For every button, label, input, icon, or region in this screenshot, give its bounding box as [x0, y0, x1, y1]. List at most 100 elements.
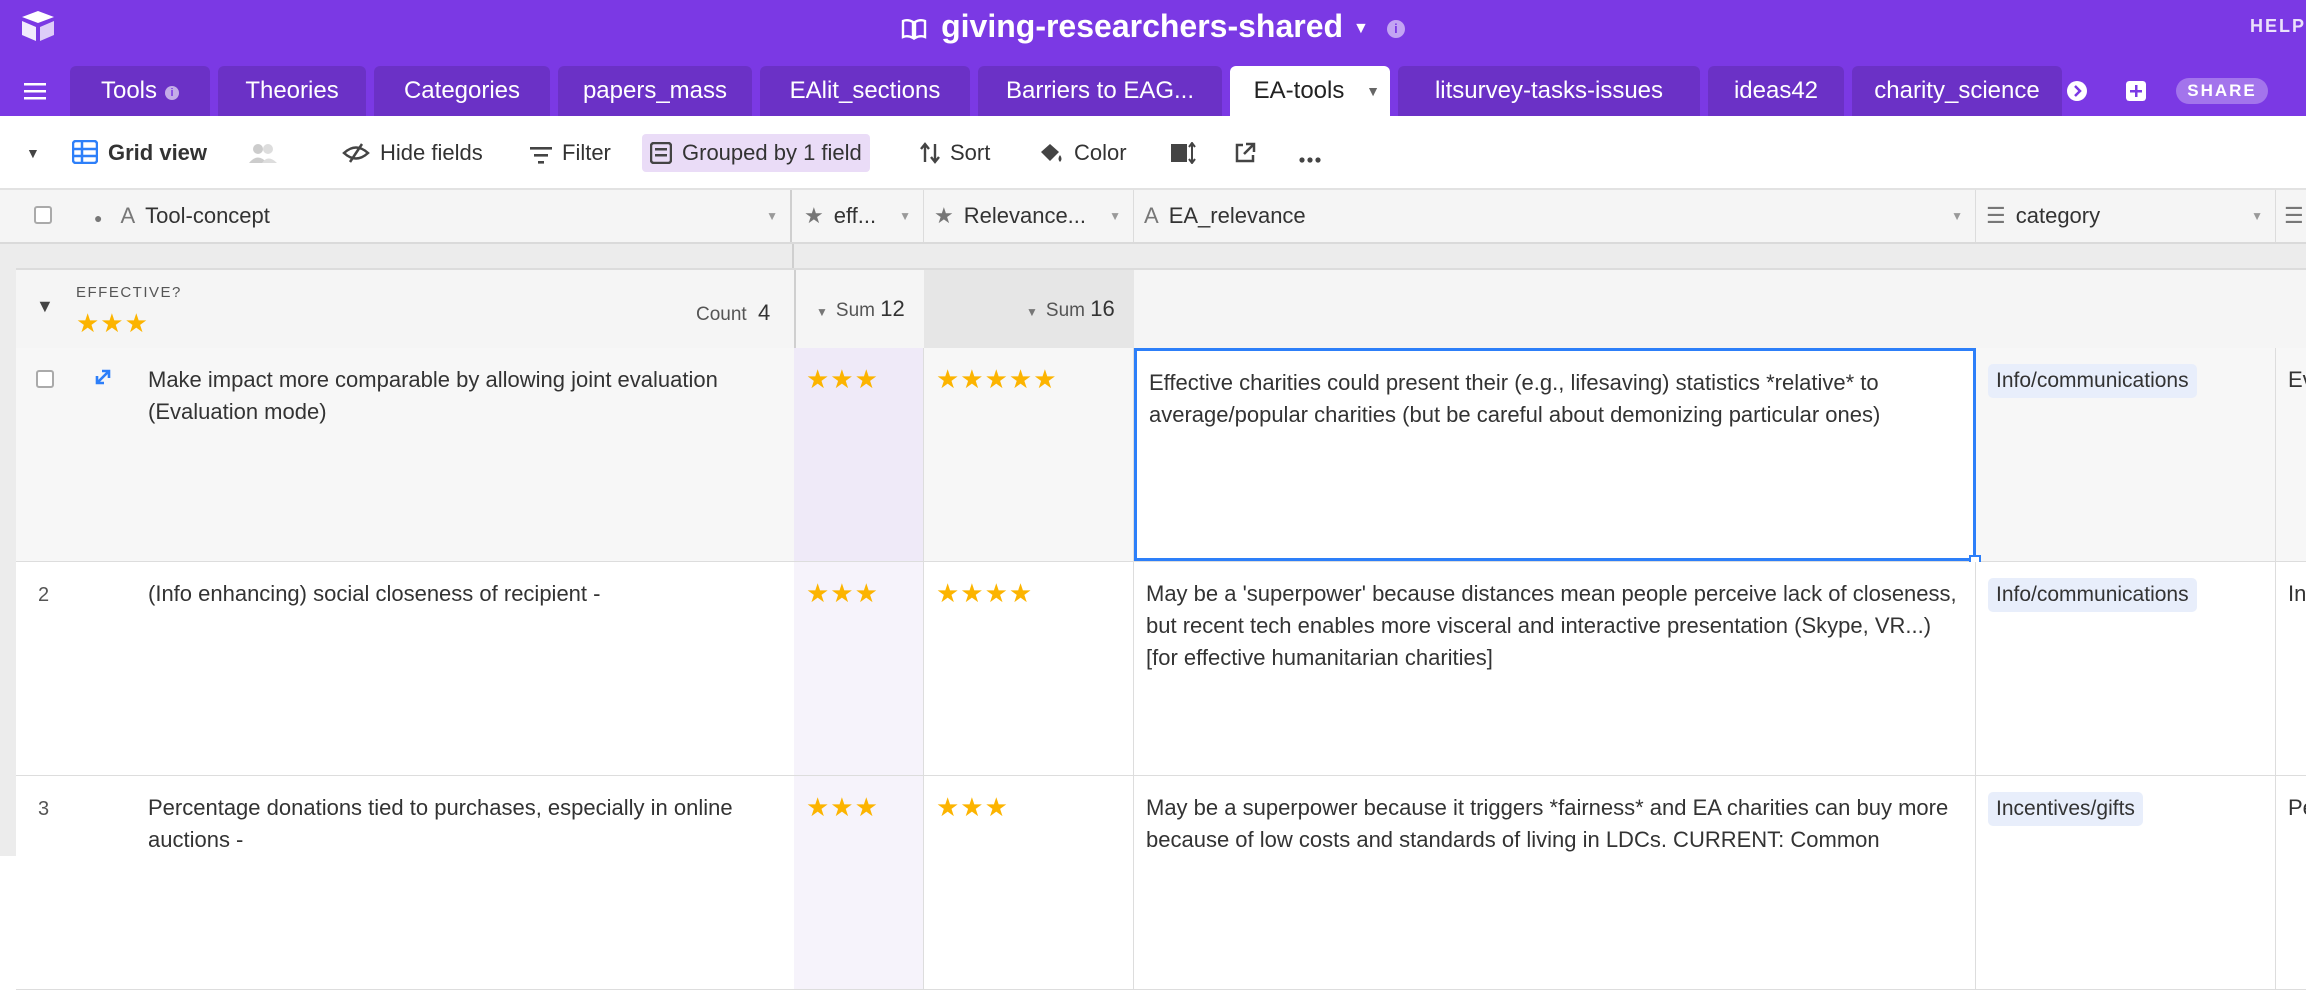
cell-next[interactable]: In — [2276, 562, 2306, 775]
tab-label: Barriers to EAG... — [1005, 77, 1195, 104]
table-row[interactable]: 3 Percentage donations tied to purchases… — [16, 776, 2306, 990]
cell-tool-concept[interactable]: Percentage donations tied to purchases, … — [136, 776, 810, 989]
chevron-down-icon[interactable]: ▼ — [1366, 66, 1380, 116]
row-height-button[interactable] — [1162, 134, 1214, 172]
table-tabs: Tools i Theories Categories papers_mass E… — [0, 66, 2306, 116]
sort-button[interactable]: Sort — [912, 134, 998, 172]
cell-tool-concept[interactable]: Make impact more comparable by allowing … — [136, 348, 810, 561]
column-header-category[interactable]: ☰ category ▼ — [1976, 190, 2276, 242]
column-header-next[interactable]: ☰ — [2276, 190, 2306, 242]
paint-bucket-icon — [1041, 144, 1062, 162]
sort-label: Sort — [950, 140, 991, 165]
group-count: Count 4 — [696, 300, 770, 326]
chevron-down-icon[interactable]: ▼ — [816, 305, 828, 319]
group-field-label: EFFECTIVE? — [76, 284, 182, 301]
color-label: Color — [1074, 140, 1127, 165]
filter-icon — [530, 147, 552, 164]
row-number: 2 — [38, 584, 50, 606]
rating-stars: ★★★ — [806, 578, 879, 608]
rating-stars: ★★★★★ — [936, 364, 1058, 394]
tab-tools[interactable]: Tools i — [70, 66, 210, 116]
tab-ealit-sections[interactable]: EAlit_sections — [760, 66, 970, 116]
tab-papers-mass[interactable]: papers_mass — [558, 66, 752, 116]
expand-record-icon[interactable] — [94, 368, 112, 386]
table-row[interactable]: Make impact more comparable by allowing … — [16, 348, 2306, 567]
chevron-down-icon[interactable]: ▼ — [1026, 305, 1038, 319]
cell-ea-relevance[interactable]: May be a superpower because it triggers … — [1134, 776, 1976, 989]
more-options-button[interactable] — [1290, 134, 1340, 172]
top-bar: giving-researchers-shared ▼ i HELP Tools i … — [0, 0, 2306, 116]
grid-icon — [71, 139, 99, 165]
cell-ea-relevance-selected[interactable]: Effective charities could present their … — [1134, 348, 1976, 561]
info-icon[interactable]: i — [1386, 19, 1405, 38]
tab-ea-tools[interactable]: EA-tools ▼ — [1230, 66, 1390, 116]
base-name: giving-researchers-shared — [941, 8, 1344, 44]
chevron-down-icon[interactable]: ▼ — [899, 190, 911, 242]
tab-categories[interactable]: Categories — [374, 66, 550, 116]
cell-next[interactable]: Ev — [2276, 348, 2306, 561]
cell-relevance[interactable]: ★★★ — [924, 776, 1134, 989]
share-view-button[interactable] — [1226, 134, 1274, 172]
info-icon: i — [165, 86, 180, 100]
cell-effective[interactable]: ★★★ — [794, 776, 924, 989]
category-tag: Info/communications — [1988, 364, 2197, 398]
sum-label: Sum — [1045, 300, 1085, 321]
group-header[interactable]: ▼ EFFECTIVE? ★★★ Count 4 ▼ Sum 12 ▼ Sum 16 — [16, 268, 2306, 350]
chevron-down-icon[interactable]: ▼ — [1353, 20, 1369, 37]
scroll-right-icon[interactable] — [2066, 80, 2088, 102]
external-link-icon — [1235, 142, 1256, 163]
column-headers: ● A Tool-concept ▼ ★ eff... ▼ ★ Relevance... ▼ … — [0, 190, 2306, 244]
cell-relevance[interactable]: ★★★★★ — [924, 348, 1134, 561]
count-label: Count — [696, 304, 747, 325]
chevron-down-icon[interactable]: ▼ — [2251, 190, 2263, 242]
cell-next[interactable]: Pe — [2276, 776, 2306, 989]
view-switcher[interactable]: Grid view — [64, 134, 215, 172]
row-checkbox[interactable] — [36, 370, 54, 388]
tab-litsurvey[interactable]: litsurvey-tasks-issues — [1398, 66, 1700, 116]
group-stars: ★★★ — [76, 308, 149, 338]
cell-tool-concept[interactable]: (Info enhancing) social closeness of rec… — [136, 562, 810, 775]
share-button[interactable]: SHARE — [2176, 78, 2268, 104]
text-field-icon: A — [1144, 203, 1159, 228]
color-button[interactable]: Color — [1030, 134, 1135, 172]
views-toggle-icon[interactable]: ▼ — [18, 134, 48, 172]
base-title[interactable]: giving-researchers-shared ▼ i — [0, 6, 2306, 46]
help-link[interactable]: HELP — [2250, 16, 2306, 37]
select-all-checkbox[interactable] — [34, 206, 52, 224]
collapse-group-icon[interactable]: ▼ — [36, 296, 54, 317]
menu-icon[interactable] — [24, 82, 46, 100]
lookup-icon: ☰ — [1986, 203, 2006, 228]
tab-charity-science[interactable]: charity_science — [1852, 66, 2062, 116]
filter-button[interactable]: Filter — [522, 134, 619, 172]
tab-label: EAlit_sections — [789, 77, 941, 104]
chevron-down-icon[interactable]: ▼ — [766, 190, 778, 242]
grid-body: ▼ EFFECTIVE? ★★★ Count 4 ▼ Sum 12 ▼ Sum 16… — [0, 244, 2306, 990]
cell-category[interactable]: Info/communications — [1976, 348, 2276, 561]
tab-label: charity_science — [1874, 77, 2040, 104]
star-icon: ★ — [934, 203, 954, 228]
cell-effective[interactable]: ★★★ — [794, 348, 924, 561]
chevron-down-icon[interactable]: ▼ — [1951, 190, 1963, 242]
add-table-icon[interactable] — [2126, 81, 2146, 101]
chevron-down-icon[interactable]: ▼ — [1109, 190, 1121, 242]
cell-relevance[interactable]: ★★★★ — [924, 562, 1134, 775]
column-header-tool-concept[interactable]: ● A Tool-concept ▼ — [82, 190, 792, 242]
rating-stars: ★★★ — [806, 792, 879, 822]
tab-barriers[interactable]: Barriers to EAG... — [978, 66, 1222, 116]
group-button[interactable]: Grouped by 1 field — [642, 134, 870, 172]
collaborators-icon[interactable] — [240, 134, 296, 172]
column-header-effective[interactable]: ★ eff... ▼ — [794, 190, 924, 242]
tab-theories[interactable]: Theories — [218, 66, 366, 116]
cell-category[interactable]: Info/communications — [1976, 562, 2276, 775]
column-header-ea-relevance[interactable]: A EA_relevance ▼ — [1134, 190, 1976, 242]
divider — [794, 270, 796, 350]
cell-ea-relevance[interactable]: May be a 'superpower' because distances … — [1134, 562, 1976, 775]
cell-effective[interactable]: ★★★ — [794, 562, 924, 775]
table-row[interactable]: 2 (Info enhancing) social closeness of r… — [16, 562, 2306, 776]
cell-category[interactable]: Incentives/gifts — [1976, 776, 2276, 989]
hide-fields-button[interactable]: Hide fields — [334, 134, 491, 172]
tab-ideas42[interactable]: ideas42 — [1708, 66, 1844, 116]
column-header-relevance[interactable]: ★ Relevance... ▼ — [924, 190, 1134, 242]
grouped-label: Grouped by 1 field — [682, 140, 862, 165]
count-value: 4 — [757, 300, 771, 325]
